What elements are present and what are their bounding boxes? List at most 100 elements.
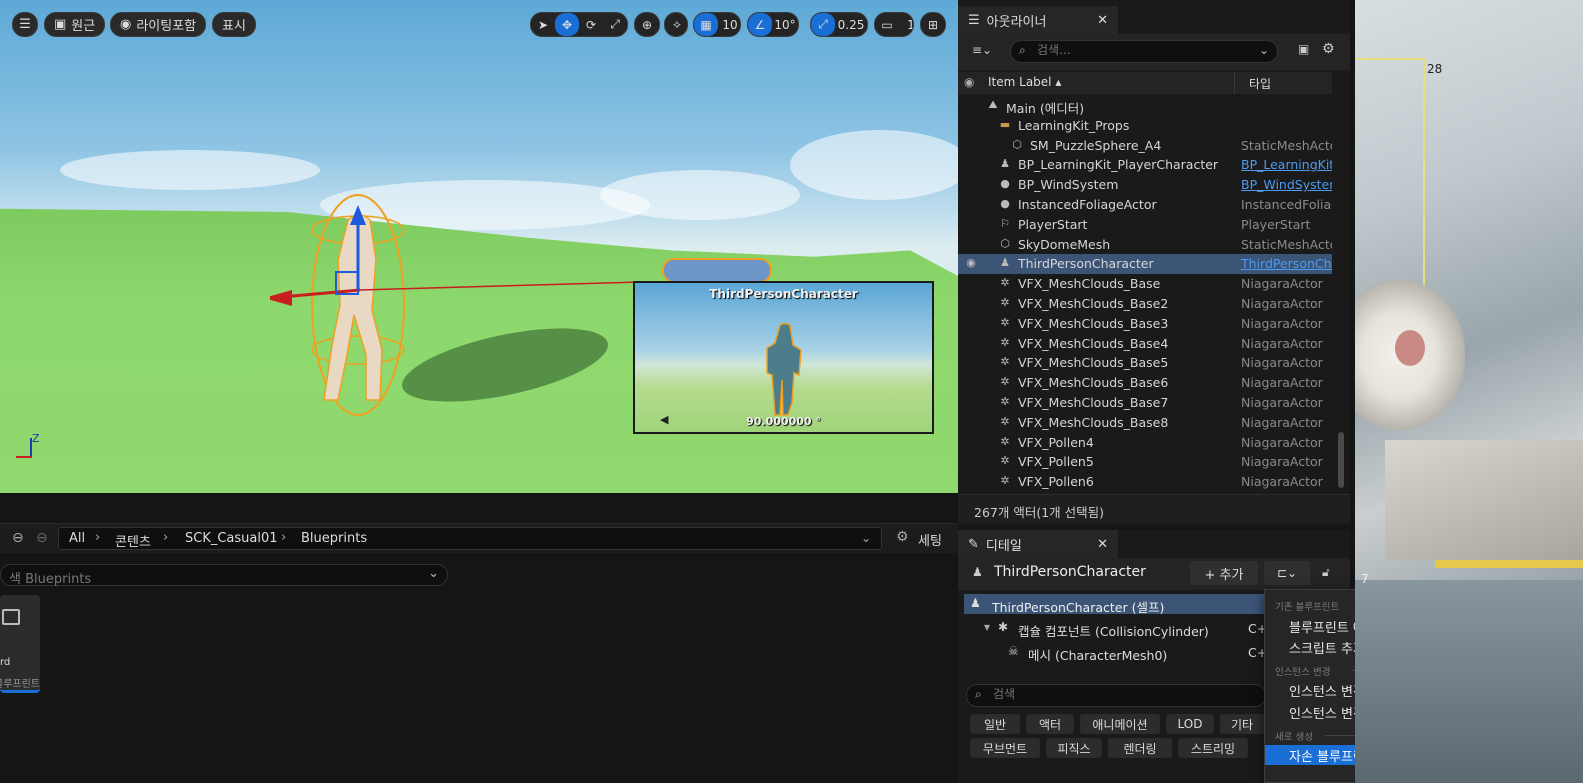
- level-viewport[interactable]: ☰ ▣ 원근 ◉ 라이팅포함 표시 ➤ ✥ ⟳ ⤢ ⊕ ⟡ ▦ 10 ∠ 10°…: [0, 0, 958, 493]
- outliner-row[interactable]: ⛰ Main (에디터): [958, 96, 1332, 116]
- surface-snap-icon[interactable]: ⟡: [665, 13, 687, 36]
- translate-icon[interactable]: ✥: [555, 13, 579, 36]
- category-streaming[interactable]: 스트리밍: [1178, 738, 1248, 758]
- chevron-down-icon[interactable]: ⌄: [1259, 43, 1269, 57]
- outliner-row[interactable]: ✲ VFX_MeshClouds_Base3 NiagaraActor: [958, 314, 1332, 334]
- viewport-menu-button[interactable]: ☰: [12, 12, 38, 37]
- component-row-mesh[interactable]: ☠ 메시 (CharacterMesh0) C+: [964, 642, 1267, 663]
- outliner-row[interactable]: ◉ ♟ ThirdPersonCharacter ThirdPersonCha: [958, 254, 1332, 275]
- cube-icon: ▣: [54, 17, 67, 32]
- surface-snap-toggle[interactable]: ⟡: [664, 12, 688, 37]
- add-component-button[interactable]: + 추가: [1190, 561, 1258, 585]
- perspective-button[interactable]: ▣ 원근: [44, 12, 106, 37]
- eye-icon[interactable]: ◉: [964, 256, 978, 270]
- gear-icon[interactable]: ⚙: [896, 529, 909, 545]
- details-search-input[interactable]: [993, 687, 1243, 701]
- outliner-row[interactable]: ⬡ SkyDomeMesh StaticMeshActor: [958, 235, 1332, 255]
- filter-icon[interactable]: ≡⌄: [972, 43, 992, 57]
- chevron-down-icon[interactable]: ⌄: [428, 566, 439, 581]
- category-misc[interactable]: 기타: [1220, 714, 1264, 734]
- cat-nose: [1395, 330, 1425, 366]
- chevron-right-icon: ›: [163, 530, 169, 545]
- grid-icon[interactable]: ▦: [694, 13, 718, 36]
- select-icon[interactable]: ➤: [531, 13, 555, 36]
- outliner-row[interactable]: ✲ VFX_Pollen5 NiagaraActor: [958, 452, 1332, 472]
- category-rendering[interactable]: 렌더링: [1108, 738, 1172, 758]
- tab-details[interactable]: ✎ 디테일 ✕: [958, 530, 1118, 558]
- outliner-row[interactable]: ✲ VFX_MeshClouds_Base6 NiagaraActor: [958, 373, 1332, 393]
- chevron-down-icon[interactable]: ⌄: [861, 531, 871, 545]
- pawn-icon: ♟: [972, 565, 983, 579]
- column-type[interactable]: 타입: [1249, 75, 1271, 92]
- expand-icon[interactable]: ▾: [984, 620, 990, 634]
- globe-icon[interactable]: ⊕: [635, 13, 659, 36]
- breadcrumb-sck[interactable]: SCK_Casual01: [185, 531, 278, 546]
- outliner-row-type[interactable]: ThirdPersonCha: [1241, 256, 1332, 271]
- outliner-row[interactable]: ✲ VFX_MeshClouds_Base2 NiagaraActor: [958, 294, 1332, 314]
- viewport-layout-button[interactable]: ⊞: [920, 12, 946, 37]
- outliner-row[interactable]: ✲ VFX_MeshClouds_Base7 NiagaraActor: [958, 393, 1332, 413]
- transform-tools[interactable]: ➤ ✥ ⟳ ⤢: [530, 12, 628, 37]
- category-physics[interactable]: 피직스: [1046, 738, 1102, 758]
- outliner-row[interactable]: ● InstancedFoliageActor InstancedFoliage: [958, 195, 1332, 215]
- outliner-search-input[interactable]: [1037, 43, 1247, 57]
- rotate-icon[interactable]: ⟳: [579, 13, 603, 36]
- content-filter-input[interactable]: 색 Blueprints ⌄: [0, 564, 448, 587]
- category-general[interactable]: 일반: [970, 714, 1020, 734]
- outliner-search[interactable]: ⌕ ⌄: [1010, 40, 1278, 63]
- outliner-row[interactable]: ✲ VFX_MeshClouds_Base5 NiagaraActor: [958, 353, 1332, 373]
- outliner-scrollbar[interactable]: [1338, 432, 1344, 488]
- breadcrumb-all[interactable]: All: [69, 531, 85, 546]
- camera-speed[interactable]: ▭ 1: [874, 12, 914, 37]
- show-button[interactable]: 표시: [212, 12, 256, 37]
- category-lod[interactable]: LOD: [1166, 714, 1214, 734]
- close-icon[interactable]: ✕: [1097, 13, 1108, 28]
- asset-tile[interactable]: rd 블루프린트: [0, 595, 40, 693]
- column-item-label[interactable]: Item Label ▴: [988, 75, 1061, 89]
- outliner-row-type: StaticMeshActor: [1241, 137, 1332, 153]
- outliner-row[interactable]: ▬ LearningKit_Props: [958, 116, 1332, 136]
- category-animation[interactable]: 애니메이션: [1080, 714, 1160, 734]
- blueprint-options-button[interactable]: ⊏⌄: [1264, 561, 1310, 585]
- close-icon[interactable]: ✕: [1097, 537, 1108, 552]
- category-actor[interactable]: 액터: [1026, 714, 1074, 734]
- layout-icon[interactable]: ⊞: [921, 13, 945, 36]
- category-movement[interactable]: 무브먼트: [970, 738, 1040, 758]
- grid-snap[interactable]: ▦ 10: [693, 12, 741, 37]
- scale-icon[interactable]: ⤢: [603, 13, 627, 36]
- view-mode-button[interactable]: ◉ 라이팅포함: [110, 12, 207, 37]
- camera-icon[interactable]: ▭: [875, 13, 899, 36]
- details-search[interactable]: ⌕: [966, 684, 1266, 707]
- forward-icon[interactable]: ⊖: [36, 530, 48, 546]
- outliner-row[interactable]: ⚐ PlayerStart PlayerStart: [958, 215, 1332, 235]
- outliner-row[interactable]: ✲ VFX_MeshClouds_Base8 NiagaraActor: [958, 413, 1332, 433]
- component-row-capsule[interactable]: ▾ ✱ 캡슐 컴포넌트 (CollisionCylinder) C+: [964, 618, 1267, 639]
- niagara-icon: ✲: [1000, 414, 1010, 428]
- outliner-row[interactable]: ⬡ SM_PuzzleSphere_A4 StaticMeshActor: [958, 136, 1332, 156]
- angle-icon[interactable]: ∠: [748, 13, 772, 36]
- outliner-row-type[interactable]: BP_WindSystem: [1241, 177, 1332, 192]
- back-icon[interactable]: ⊖: [12, 530, 24, 546]
- gear-icon[interactable]: ⚙: [1322, 41, 1335, 57]
- scale-snap-icon[interactable]: ⤢: [811, 13, 835, 36]
- outliner-row[interactable]: ✲ VFX_MeshClouds_Base NiagaraActor: [958, 274, 1332, 294]
- outliner-row[interactable]: ✲ VFX_MeshClouds_Base4 NiagaraActor: [958, 334, 1332, 354]
- scale-snap[interactable]: ⤢ 0.25: [810, 12, 868, 37]
- rotation-snap[interactable]: ∠ 10°: [747, 12, 799, 37]
- settings-button[interactable]: 세팅: [918, 530, 942, 549]
- eye-icon[interactable]: ◉: [964, 75, 974, 89]
- outliner-row[interactable]: ✲ VFX_Pollen6 NiagaraActor: [958, 472, 1332, 491]
- breadcrumb-content[interactable]: 콘텐츠: [115, 531, 151, 550]
- lock-icon[interactable]: 🔓︎: [1322, 565, 1330, 580]
- outliner-row[interactable]: ✲ VFX_Pollen4 NiagaraActor: [958, 433, 1332, 453]
- outliner-row[interactable]: ● BP_WindSystem BP_WindSystem: [958, 175, 1332, 195]
- tab-outliner[interactable]: ☰ 아웃라이너 ✕: [958, 6, 1118, 34]
- component-row-self[interactable]: ♟ ThirdPersonCharacter (셀프): [964, 594, 1264, 615]
- outliner-row-type[interactable]: BP_LearningKit_: [1241, 157, 1332, 172]
- outliner-row-label: InstancedFoliageActor: [1018, 197, 1157, 212]
- world-local-toggle[interactable]: ⊕: [634, 12, 660, 37]
- outliner-row[interactable]: ♟ BP_LearningKit_PlayerCharacter BP_Learni…: [958, 155, 1332, 175]
- distant-prop[interactable]: [662, 258, 772, 283]
- breadcrumb-blueprints[interactable]: Blueprints: [301, 531, 367, 546]
- add-folder-icon[interactable]: ▣: [1298, 42, 1309, 56]
